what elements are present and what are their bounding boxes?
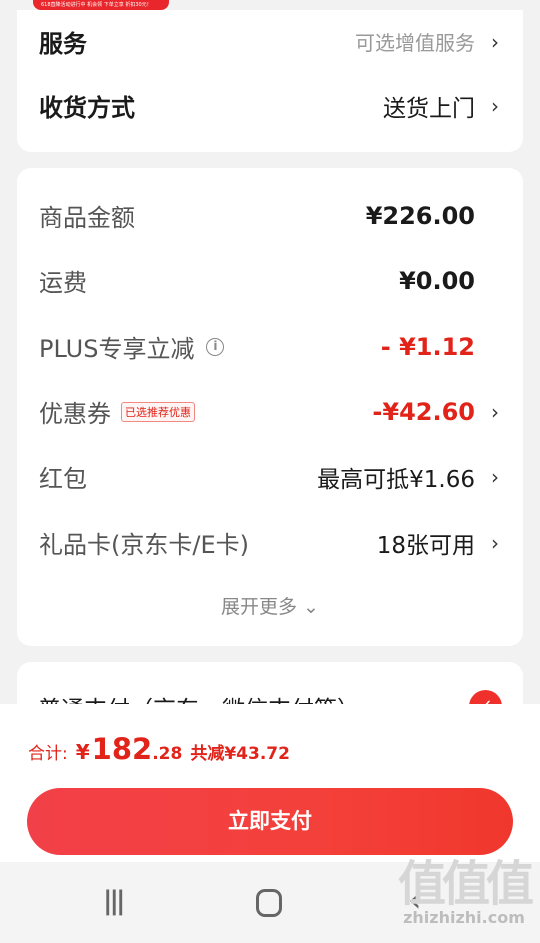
service-value: 可选增值服务 › (355, 27, 501, 56)
red-packet-value: 最高可抵¥1.66 › (317, 460, 501, 494)
watermark: 值值值 zhizhizhi.com (397, 856, 534, 927)
goods-amount-value: ¥226.00 (365, 201, 475, 230)
delivery-value: 送货上门 › (383, 89, 501, 123)
delivery-row[interactable]: 收货方式 送货上门 › (39, 88, 501, 123)
info-icon[interactable]: i (206, 337, 225, 356)
chevron-right-icon: › (491, 530, 499, 555)
service-card: 服务 可选增值服务 › 收货方式 送货上门 › (17, 10, 523, 152)
chevron-right-icon: › (491, 29, 499, 54)
coupon-row[interactable]: 优惠券 已选推荐优惠 -¥42.60 › (39, 394, 501, 429)
coupon-tag: 已选推荐优惠 (121, 401, 195, 422)
red-packet-row[interactable]: 红包 最高可抵¥1.66 › (39, 459, 501, 494)
home-icon[interactable] (256, 889, 282, 917)
red-packet-label: 红包 (39, 465, 87, 493)
shipping-label: 运费 (39, 269, 87, 297)
pay-now-button[interactable]: 立即支付 (27, 788, 513, 855)
chevron-right-icon: › (491, 93, 499, 118)
gift-card-value: 18张可用 › (377, 526, 501, 560)
plus-discount-row: PLUS专享立减 i - ¥1.12 (39, 329, 501, 364)
plus-discount-label: PLUS专享立减 (39, 335, 195, 363)
service-value-text: 可选增值服务 (355, 31, 475, 55)
watermark-url: zhizhizhi.com (403, 908, 525, 927)
shipping-row: 运费 ¥0.00 (39, 263, 501, 298)
gift-card-value-text: 18张可用 (376, 532, 475, 559)
coupon-label: 优惠券 (39, 400, 111, 428)
gift-card-label: 礼品卡(京东卡/E卡) (39, 531, 249, 559)
price-card: 商品金额 ¥226.00 运费 ¥0.00 PLUS专享立减 i - ¥1.12… (17, 168, 523, 646)
chevron-right-icon: › (491, 464, 499, 489)
total-currency: ¥ (75, 740, 90, 764)
promo-banner[interactable]: 618直降活动进行中 机会领 下单立享 折扣30元！ (33, 0, 169, 10)
shipping-value: ¥0.00 (399, 266, 475, 295)
delivery-value-text: 送货上门 (383, 95, 475, 122)
chevron-right-icon: › (491, 399, 499, 424)
total-savings: 共减¥43.72 (190, 744, 290, 764)
total-decimal: .28 (152, 744, 183, 764)
expand-more-button[interactable]: 展开更多 ⌄ (0, 592, 540, 619)
plus-discount-value: - ¥1.12 (380, 332, 475, 361)
total-label: 合计: (28, 744, 68, 764)
gift-card-row[interactable]: 礼品卡(京东卡/E卡) 18张可用 › (39, 525, 501, 560)
total-integer: 182 (91, 732, 153, 766)
red-packet-value-text: 最高可抵¥1.66 (317, 466, 475, 493)
coupon-value-text: -¥42.60 (372, 397, 475, 426)
goods-amount-row: 商品金额 ¥226.00 (39, 198, 501, 233)
service-label: 服务 (39, 30, 87, 58)
delivery-label: 收货方式 (39, 94, 135, 122)
watermark-logo: 值值值 (397, 856, 534, 912)
service-row[interactable]: 服务 可选增值服务 › (39, 24, 501, 59)
order-total: 合计: ¥ 182 .28 共减¥43.72 (28, 732, 290, 766)
goods-amount-label: 商品金额 (39, 204, 135, 232)
coupon-value: -¥42.60 › (372, 398, 501, 426)
recent-apps-icon[interactable]: ||| (103, 886, 125, 916)
